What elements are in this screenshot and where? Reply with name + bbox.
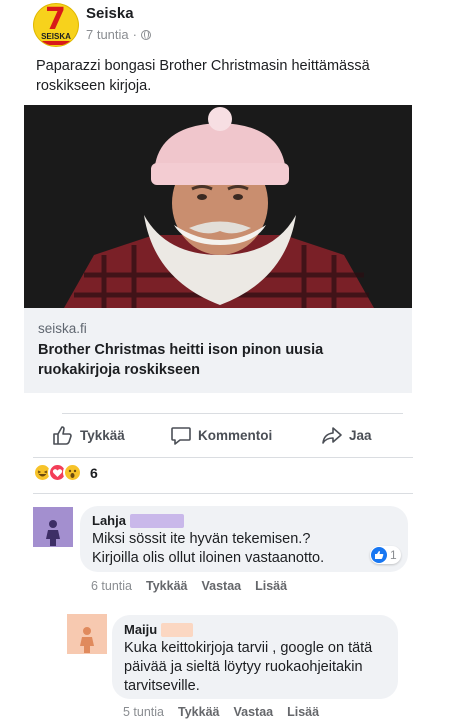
comment-bubble: Maiju Kuka keittokirjoja tarvii , google… <box>112 615 398 699</box>
post-header: 7 SEISKA Seiska 7 tuntia · <box>33 3 151 47</box>
comment-like-link[interactable]: Tykkää <box>178 705 219 719</box>
like-thumb-icon <box>371 547 387 563</box>
comment-time[interactable]: 6 tuntia <box>91 579 132 593</box>
comment-icon <box>171 427 191 445</box>
comment-author[interactable]: Maiju <box>124 622 157 637</box>
page-avatar-logo[interactable]: 7 SEISKA <box>33 3 79 47</box>
comment-text-line: tarvitseville. <box>124 678 200 694</box>
comment-label: Kommentoi <box>198 427 273 443</box>
comment-like-link[interactable]: Tykkää <box>146 579 187 593</box>
post-text: Paparazzi bongasi Brother Christmasin he… <box>36 58 370 94</box>
divider <box>33 457 413 458</box>
comment-like-number: 1 <box>390 548 397 562</box>
comment-bubble: Lahja Miksi sössit ite hyvän tekemisen.?… <box>80 506 408 572</box>
post-timestamp[interactable]: 7 tuntia <box>86 26 129 44</box>
post-action-bar: Tykkää Kommentoi Jaa <box>36 417 406 453</box>
person-icon <box>80 627 94 653</box>
comment-more-link[interactable]: Lisää <box>255 579 287 593</box>
thumbs-up-icon <box>53 426 72 445</box>
page-name[interactable]: Seiska <box>86 4 151 24</box>
comment-reply-link[interactable]: Vastaa <box>201 579 241 593</box>
divider <box>62 413 403 414</box>
comment-like-count[interactable]: 1 <box>370 546 401 564</box>
comment-text-line: päivää ja sieltä löytyy ruokaohjeitakin <box>124 659 363 675</box>
comment-reply-link[interactable]: Vastaa <box>233 705 273 719</box>
logo-text: SEISKA <box>41 32 71 41</box>
share-arrow-icon <box>322 427 342 444</box>
link-preview-image <box>24 105 412 308</box>
comment-time[interactable]: 5 tuntia <box>123 705 164 719</box>
avatar[interactable] <box>33 507 73 547</box>
globe-icon <box>141 30 151 40</box>
comment-author[interactable]: Lahja <box>92 513 126 528</box>
link-domain: seiska.fi <box>38 321 87 336</box>
share-button[interactable]: Jaa <box>321 425 372 445</box>
link-title[interactable]: Brother Christmas heitti ison pinon uusi… <box>38 340 408 380</box>
avatar[interactable] <box>67 614 107 654</box>
like-label: Tykkää <box>80 427 125 443</box>
comment-actions: 5 tuntia Tykkää Vastaa Lisää <box>123 705 333 719</box>
person-icon <box>46 520 60 546</box>
comment-button[interactable]: Kommentoi <box>170 425 272 445</box>
meta-separator: · <box>132 27 137 42</box>
comment-actions: 6 tuntia Tykkää Vastaa Lisää <box>91 579 301 593</box>
share-label: Jaa <box>349 427 372 443</box>
wow-icon <box>63 463 82 482</box>
reaction-summary[interactable]: 6 <box>33 463 98 482</box>
redaction-bar <box>129 513 184 528</box>
comment-text-line: Miksi sössit ite hyvän tekemisen.? <box>92 531 311 547</box>
comment-more-link[interactable]: Lisää <box>287 705 319 719</box>
comment-text-line: Kirjoilla olis ollut iloinen vastaanotto… <box>92 550 325 566</box>
reaction-count: 6 <box>90 464 98 481</box>
redaction-bar <box>161 622 194 637</box>
link-preview-card[interactable]: seiska.fi Brother Christmas heitti ison … <box>24 105 412 393</box>
divider <box>33 493 413 494</box>
comment-text-line: Kuka keittokirjoja tarvii , google on tä… <box>124 640 373 656</box>
like-button[interactable]: Tykkää <box>52 425 125 445</box>
